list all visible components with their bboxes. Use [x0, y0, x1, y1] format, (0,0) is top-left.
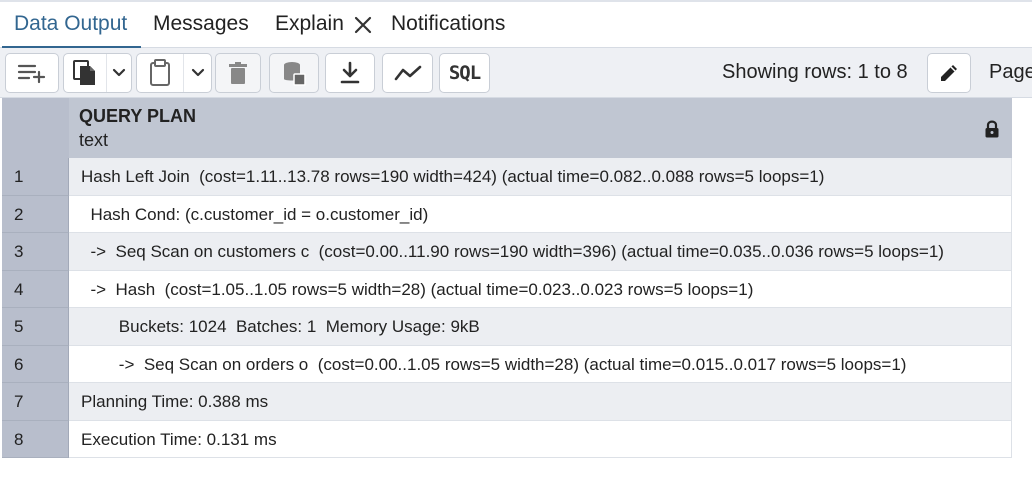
row-number[interactable]: 4 [2, 270, 69, 308]
table-row[interactable]: 6 -> Seq Scan on orders o (cost=0.00..1.… [2, 345, 1012, 383]
copy-icon [73, 60, 95, 85]
delete-row-button[interactable] [215, 53, 261, 93]
page-label: Page [989, 61, 1032, 83]
table-row[interactable]: 7 Planning Time: 0.388 ms [2, 383, 1012, 421]
query-plan-cell[interactable]: Execution Time: 0.131 ms [69, 420, 1012, 458]
grid-header: QUERY PLAN text [2, 98, 1012, 158]
row-number[interactable]: 5 [2, 308, 69, 346]
table-row[interactable]: 1 Hash Left Join (cost=1.11..13.78 rows=… [2, 158, 1012, 196]
chevron-down-icon [191, 68, 204, 77]
tab-explain[interactable]: Explain [275, 12, 344, 36]
add-row-button[interactable] [5, 53, 59, 93]
row-number[interactable]: 6 [2, 345, 69, 383]
table-row[interactable]: 3 -> Seq Scan on customers c (cost=0.00.… [2, 233, 1012, 271]
edit-icon [941, 65, 957, 81]
row-number[interactable]: 8 [2, 420, 69, 458]
download-icon [340, 61, 360, 84]
graph-visualiser-button[interactable] [382, 53, 433, 93]
row-number[interactable]: 2 [2, 195, 69, 233]
row-number[interactable]: 3 [2, 233, 69, 271]
copy-button-group [63, 53, 132, 93]
save-data-button[interactable] [269, 53, 319, 93]
add-row-icon [17, 64, 46, 84]
tab-data-output[interactable]: Data Output [14, 12, 127, 36]
query-plan-cell[interactable]: -> Hash (cost=1.05..1.05 rows=5 width=28… [69, 270, 1012, 308]
delete-icon [229, 62, 247, 84]
tab-messages[interactable]: Messages [153, 12, 249, 36]
tab-notifications[interactable]: Notifications [391, 12, 505, 36]
save-data-icon [284, 62, 306, 86]
copy-button[interactable] [64, 54, 106, 92]
column-name: QUERY PLAN [79, 106, 197, 126]
query-plan-cell[interactable]: Buckets: 1024 Batches: 1 Memory Usage: 9… [69, 308, 1012, 346]
lock-icon [985, 120, 999, 138]
query-plan-cell[interactable]: -> Seq Scan on orders o (cost=0.00..1.05… [69, 345, 1012, 383]
query-plan-cell[interactable]: Planning Time: 0.388 ms [69, 383, 1012, 421]
paste-options-dropdown[interactable] [184, 54, 211, 92]
row-number-header[interactable] [2, 98, 70, 158]
edit-button[interactable] [927, 53, 971, 93]
query-plan-cell[interactable]: Hash Left Join (cost=1.11..13.78 rows=19… [69, 158, 1012, 196]
table-row[interactable]: 8 Execution Time: 0.131 ms [2, 420, 1012, 458]
table-row[interactable]: 4 -> Hash (cost=1.05..1.05 rows=5 width=… [2, 270, 1012, 308]
column-type: text [79, 130, 109, 150]
graph-icon [394, 65, 421, 81]
table-row[interactable]: 5 Buckets: 1024 Batches: 1 Memory Usage:… [2, 308, 1012, 346]
chevron-down-icon [112, 68, 126, 77]
row-number[interactable]: 1 [2, 158, 69, 196]
paste-button[interactable] [137, 54, 183, 92]
copy-options-dropdown[interactable] [107, 54, 131, 92]
rows-status-text: Showing rows: 1 to 8 [722, 61, 908, 83]
results-tab-bar: Data Output Messages Explain Notificatio… [0, 0, 1032, 49]
paste-button-group [136, 53, 212, 93]
close-icon[interactable] [354, 16, 372, 34]
query-plan-cell[interactable]: -> Seq Scan on customers c (cost=0.00..1… [69, 233, 1012, 271]
paste-icon [150, 59, 170, 86]
sql-button[interactable]: SQL [439, 53, 490, 93]
column-header-query-plan[interactable]: QUERY PLAN text [69, 98, 1012, 158]
query-plan-cell[interactable]: Hash Cond: (c.customer_id = o.customer_i… [69, 195, 1012, 233]
table-row[interactable]: 2 Hash Cond: (c.customer_id = o.customer… [2, 195, 1012, 233]
download-button[interactable] [325, 53, 375, 93]
sql-icon: SQL [448, 62, 481, 84]
row-number[interactable]: 7 [2, 383, 69, 421]
